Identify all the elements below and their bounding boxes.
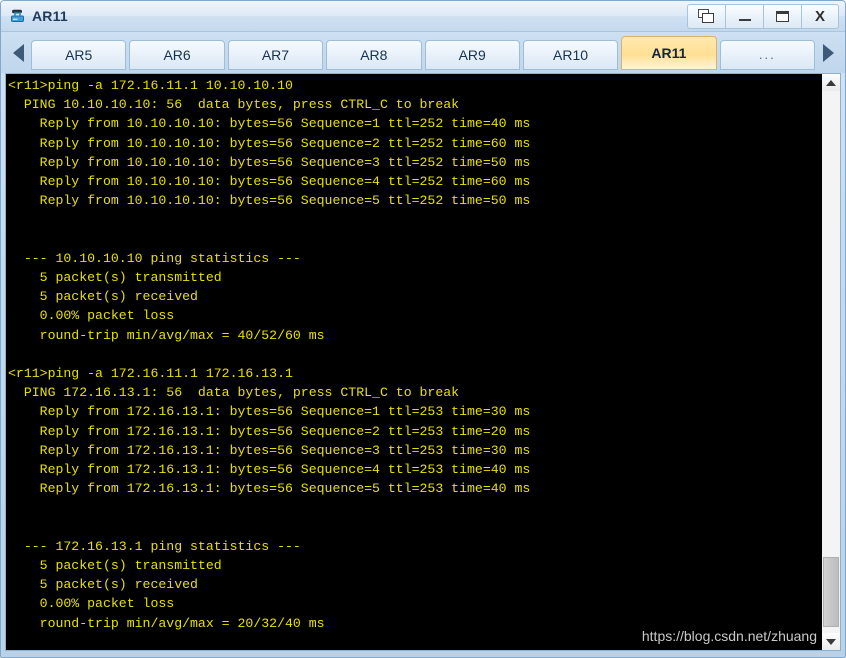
console-line: PING 10.10.10.10: 56 data bytes, press C… — [8, 95, 821, 114]
console-line — [8, 210, 821, 229]
console-line: Reply from 172.16.13.1: bytes=56 Sequenc… — [8, 479, 821, 498]
tab-list: AR5 AR6 AR7 AR8 AR9 AR10 AR11 ... — [31, 36, 815, 70]
console-line: Reply from 172.16.13.1: bytes=56 Sequenc… — [8, 422, 821, 441]
chevron-down-icon — [826, 639, 836, 645]
console-line — [8, 518, 821, 537]
console-line: Reply from 10.10.10.10: bytes=56 Sequenc… — [8, 172, 821, 191]
tab-ar10[interactable]: AR10 — [523, 40, 618, 70]
console-line: Reply from 172.16.13.1: bytes=56 Sequenc… — [8, 460, 821, 479]
restore-button[interactable] — [687, 4, 725, 29]
console-line: 0.00% packet loss — [8, 306, 821, 325]
console-line: 5 packet(s) transmitted — [8, 556, 821, 575]
console-output[interactable]: <r11>ping -a 172.16.11.1 10.10.10.10 PIN… — [6, 74, 821, 650]
tab-ar11[interactable]: AR11 — [621, 36, 716, 70]
minimize-icon — [739, 19, 751, 21]
console-line — [8, 498, 821, 517]
scrollbar-up-button[interactable] — [822, 74, 840, 91]
console-window: AR11 X AR5 AR6 AR7 AR8 — [0, 0, 846, 658]
scrollbar-track[interactable] — [822, 91, 840, 633]
tab-bar: AR5 AR6 AR7 AR8 AR9 AR10 AR11 ... — [1, 32, 845, 73]
console-line: 5 packet(s) received — [8, 287, 821, 306]
tab-ar7[interactable]: AR7 — [228, 40, 323, 70]
console-line: --- 10.10.10.10 ping statistics --- — [8, 249, 821, 268]
tab-scroll-left-button[interactable] — [5, 36, 31, 70]
tab-ar9[interactable]: AR9 — [425, 40, 520, 70]
triangle-right-icon — [823, 44, 834, 62]
console-line: Reply from 10.10.10.10: bytes=56 Sequenc… — [8, 153, 821, 172]
console-line: Reply from 172.16.13.1: bytes=56 Sequenc… — [8, 402, 821, 421]
close-icon: X — [815, 9, 825, 24]
tab-ar6[interactable]: AR6 — [129, 40, 224, 70]
console-line: 5 packet(s) received — [8, 575, 821, 594]
console-line: --- 172.16.13.1 ping statistics --- — [8, 537, 821, 556]
close-button[interactable]: X — [801, 4, 839, 29]
console-line: Reply from 10.10.10.10: bytes=56 Sequenc… — [8, 134, 821, 153]
chevron-up-icon — [826, 80, 836, 86]
maximize-icon — [776, 11, 789, 22]
console-line: 0.00% packet loss — [8, 594, 821, 613]
console-line: Reply from 10.10.10.10: bytes=56 Sequenc… — [8, 114, 821, 133]
maximize-button[interactable] — [763, 4, 801, 29]
tab-scroll-right-button[interactable] — [815, 36, 841, 70]
console-line: PING 172.16.13.1: 56 data bytes, press C… — [8, 383, 821, 402]
tab-more[interactable]: ... — [720, 40, 815, 70]
console-line — [8, 230, 821, 249]
window-title: AR11 — [32, 8, 68, 24]
minimize-button[interactable] — [725, 4, 763, 29]
window-controls: X — [687, 4, 839, 29]
console-line: 5 packet(s) transmitted — [8, 268, 821, 287]
tab-ar8[interactable]: AR8 — [326, 40, 421, 70]
console-scrollbar[interactable] — [821, 74, 840, 650]
console-line: Reply from 172.16.13.1: bytes=56 Sequenc… — [8, 441, 821, 460]
console-line — [8, 345, 821, 364]
scrollbar-thumb[interactable] — [823, 557, 839, 627]
router-icon — [9, 7, 27, 25]
restore-icon — [698, 9, 715, 24]
console-line: Reply from 10.10.10.10: bytes=56 Sequenc… — [8, 191, 821, 210]
tab-ar5[interactable]: AR5 — [31, 40, 126, 70]
scrollbar-down-button[interactable] — [822, 633, 840, 650]
console-line: <r11>ping -a 172.16.11.1 172.16.13.1 — [8, 364, 821, 383]
console-line: <r11>ping -a 172.16.11.1 10.10.10.10 — [8, 76, 821, 95]
watermark-text: https://blog.csdn.net/zhuang — [642, 628, 817, 644]
terminal-panel: <r11>ping -a 172.16.11.1 10.10.10.10 PIN… — [5, 73, 841, 651]
triangle-left-icon — [13, 44, 24, 62]
title-bar[interactable]: AR11 X — [1, 1, 845, 32]
console-line: round-trip min/avg/max = 40/52/60 ms — [8, 326, 821, 345]
